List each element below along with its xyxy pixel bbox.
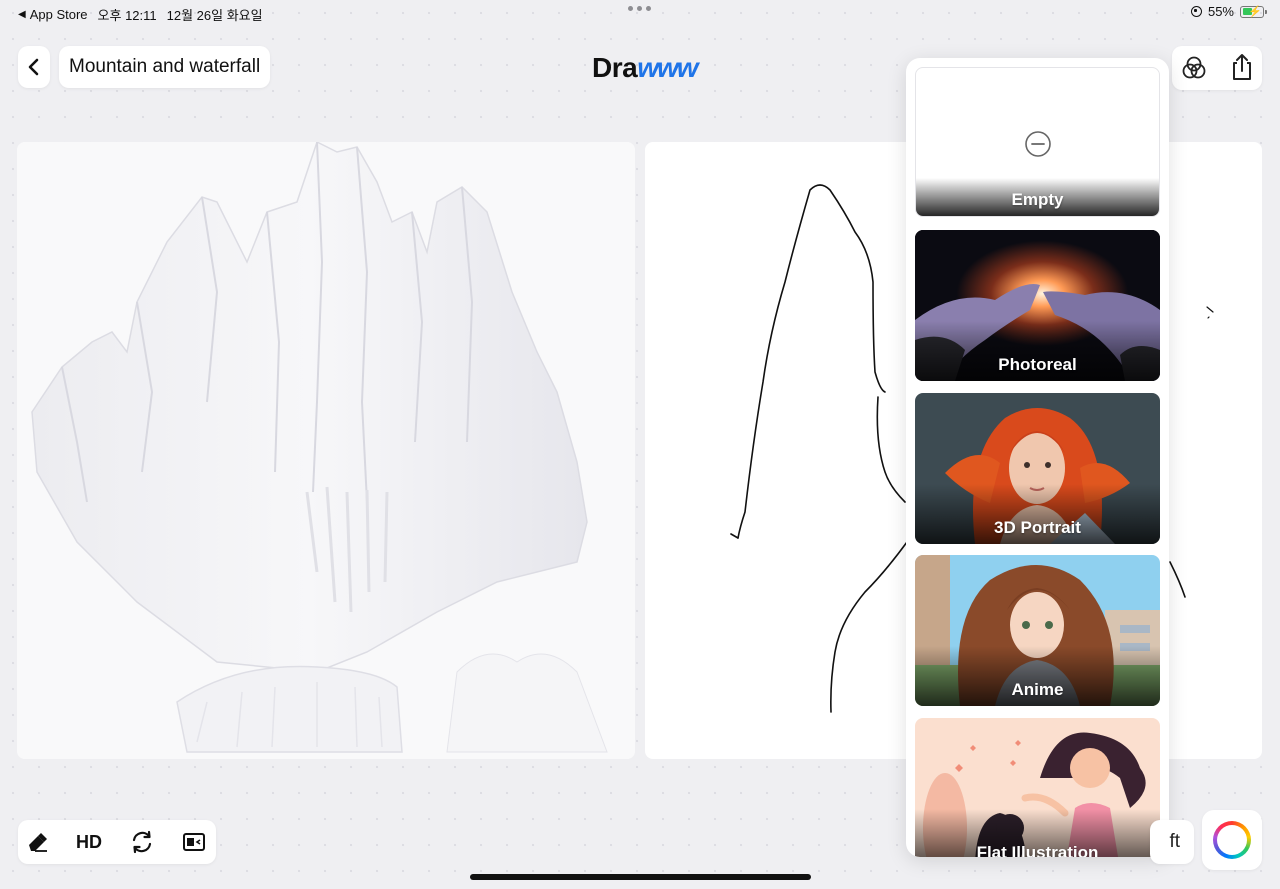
refresh-icon (132, 830, 152, 854)
logo-main: Dra (592, 52, 638, 83)
orientation-lock-icon (1190, 6, 1202, 17)
bottom-toolbar: HD (18, 820, 216, 864)
app-logo: Drawww (592, 52, 699, 84)
style-label: Photoreal (998, 355, 1077, 374)
drawing-title[interactable]: Mountain and waterfall (59, 46, 271, 88)
multitasking-dots[interactable] (628, 6, 651, 11)
style-label: Empty (1011, 190, 1064, 209)
logo-accent: www (637, 52, 698, 83)
style-button[interactable] (1180, 54, 1208, 82)
minus-circle-icon (1025, 131, 1051, 157)
eraser-button[interactable] (25, 829, 51, 855)
chevron-left-icon (28, 58, 39, 76)
generated-image-canvas[interactable] (17, 142, 635, 759)
drawing-title-text: Mountain and waterfall (69, 56, 261, 77)
style-card-flat-illustration[interactable]: Flat Illustration (915, 718, 1160, 857)
style-card-photoreal[interactable]: Photoreal (915, 230, 1160, 381)
layout-toggle-button[interactable] (181, 829, 207, 855)
refresh-button[interactable] (129, 829, 155, 855)
style-card-3d-portrait[interactable]: 3D Portrait (915, 393, 1160, 544)
style-picker-popover: Empty Photoreal 3D Portrait Anime Flat I… (906, 58, 1169, 857)
hd-label: HD (76, 831, 102, 852)
share-icon (1233, 54, 1251, 80)
back-to-app-label[interactable]: App Store (30, 7, 88, 22)
style-circles-icon (1182, 56, 1206, 79)
style-card-anime[interactable]: Anime (915, 555, 1160, 706)
home-indicator[interactable] (470, 874, 811, 880)
hd-button[interactable]: HD (73, 829, 105, 855)
style-card-empty[interactable]: Empty (915, 67, 1160, 217)
battery-icon: ⚡ (1240, 5, 1267, 18)
battery-percent: 55% (1207, 4, 1234, 19)
color-wheel-icon (1213, 821, 1251, 859)
status-bar: ◀ App Store 오후 12:11 12월 26일 화요일 55% ⚡ (0, 0, 1280, 26)
draft-label: ft (1169, 831, 1180, 852)
style-label: Anime (1011, 680, 1064, 699)
style-label: Flat Illustration (976, 843, 1099, 857)
color-picker-button[interactable] (1202, 810, 1262, 870)
generated-mountain-image (17, 142, 635, 759)
style-label: 3D Portrait (994, 518, 1081, 537)
status-date: 12월 26일 화요일 (166, 8, 263, 23)
draft-button[interactable]: ft (1150, 820, 1194, 864)
share-button[interactable] (1228, 52, 1256, 82)
layout-toggle-icon (183, 833, 205, 851)
eraser-icon (29, 833, 47, 852)
back-to-app-icon[interactable]: ◀ (18, 9, 26, 20)
back-button[interactable] (18, 46, 50, 88)
status-time: 오후 12:11 (97, 8, 157, 23)
